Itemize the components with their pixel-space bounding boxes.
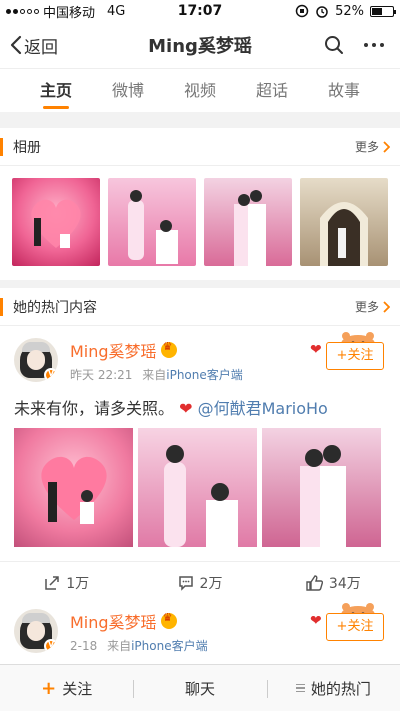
heart-icon: ❤ — [310, 342, 322, 358]
post-photo[interactable] — [14, 428, 133, 547]
chat-label: 聊天 — [184, 679, 215, 698]
tab-home[interactable]: 主页 — [20, 69, 92, 113]
post-time: 昨天 22:21 — [70, 368, 133, 382]
more-options-icon[interactable] — [364, 43, 384, 47]
back-button[interactable]: 返回 — [0, 33, 58, 58]
heart-icon: ❤ — [310, 613, 322, 629]
comment-icon — [178, 575, 193, 591]
post-source-prefix: 来自 — [142, 368, 167, 382]
post-source[interactable]: iPhone客户端 — [131, 639, 208, 653]
post-photo[interactable] — [138, 428, 257, 547]
repost-count: 1万 — [66, 575, 90, 592]
tab-video[interactable]: 视频 — [164, 69, 236, 113]
album-photo[interactable] — [12, 178, 100, 266]
hot-header: 她的热门内容 更多 — [0, 288, 400, 326]
carrier-label: 中国移动 — [43, 5, 96, 21]
battery-icon — [370, 5, 396, 17]
post-source[interactable]: iPhone客户端 — [166, 368, 243, 382]
comment-button[interactable]: 2万 — [133, 573, 266, 593]
like-count: 34万 — [328, 575, 361, 592]
post-text: 未来有你，请多关照。 ❤ @何猷君MarioHo — [14, 398, 386, 420]
back-label: 返回 — [24, 37, 58, 58]
album-title: 相册 — [13, 139, 41, 156]
album-photo[interactable] — [108, 178, 196, 266]
hot-more-link[interactable]: 更多 — [355, 298, 390, 315]
album-photo[interactable] — [300, 178, 388, 266]
tab-story[interactable]: 故事 — [308, 69, 380, 113]
network-label: 4G — [107, 3, 126, 19]
chat-button[interactable]: 聊天 — [133, 678, 266, 699]
bottom-action-bar: + 关注 聊天 她的热门 — [0, 664, 400, 711]
album-header: 相册 更多 — [0, 128, 400, 166]
red-heart-icon: ❤ — [174, 399, 198, 418]
follow-button[interactable]: +关注 — [326, 613, 384, 641]
plus-icon: + — [41, 677, 57, 699]
chevron-left-icon — [10, 35, 22, 55]
signal-icon — [6, 8, 39, 14]
avatar[interactable] — [14, 338, 58, 382]
follow-bottom-button[interactable]: + 关注 — [0, 678, 133, 699]
weibo-post[interactable]: Ming奚梦瑶 2-18 来自iPhone客户端 ❤ +关注 — [0, 597, 400, 664]
chevron-right-icon — [383, 300, 390, 313]
search-icon[interactable] — [324, 35, 344, 55]
nav-bar: 返回 Ming奚梦瑶 — [0, 22, 400, 68]
hot-menu-label: 她的热门 — [310, 679, 371, 698]
album-more-link[interactable]: 更多 — [355, 138, 390, 155]
hot-content-section: 她的热门内容 更多 Ming奚梦瑶 昨天 22:21 来自iPhone客户端 — [0, 288, 400, 603]
hot-more-label: 更多 — [354, 300, 379, 314]
album-photo[interactable] — [204, 178, 292, 266]
orientation-lock-icon — [295, 4, 309, 18]
post-username[interactable]: Ming奚梦瑶 — [70, 338, 157, 362]
comment-count: 2万 — [199, 575, 223, 592]
tab-super-topic[interactable]: 超话 — [236, 69, 308, 113]
post-photo[interactable] — [262, 428, 381, 547]
follow-button[interactable]: +关注 — [326, 342, 384, 370]
verified-badge-icon — [44, 639, 58, 653]
crown-badge-icon — [160, 340, 177, 358]
weibo-post[interactable]: Ming奚梦瑶 昨天 22:21 来自iPhone客户端 ❤ +关注 未来有你，… — [0, 326, 400, 603]
status-bar: 中国移动 4G 17:07 52% — [0, 0, 400, 22]
post-source-prefix: 来自 — [107, 639, 132, 653]
battery-percent: 52% — [335, 3, 364, 19]
post-mention[interactable]: @何猷君MarioHo — [198, 399, 328, 418]
hot-menu-button[interactable]: 她的热门 — [266, 678, 400, 699]
like-button[interactable]: 34万 — [267, 573, 400, 593]
alarm-icon — [315, 4, 329, 18]
post-time: 2-18 — [70, 639, 98, 653]
repost-button[interactable]: 1万 — [0, 573, 133, 593]
hot-title: 她的热门内容 — [13, 299, 97, 316]
menu-icon — [295, 683, 305, 693]
post-username[interactable]: Ming奚梦瑶 — [70, 609, 157, 633]
post-body: 未来有你，请多关照。 — [14, 399, 175, 418]
album-more-label: 更多 — [354, 140, 379, 154]
repost-icon — [45, 575, 59, 590]
profile-tabs: 主页 微博 视频 超话 故事 — [0, 68, 400, 112]
verified-badge-icon — [44, 368, 58, 382]
follow-bottom-label: 关注 — [62, 679, 93, 698]
tab-weibo[interactable]: 微博 — [92, 69, 164, 113]
crown-badge-icon — [160, 611, 177, 629]
chevron-right-icon — [383, 140, 390, 153]
thumbs-up-icon — [306, 574, 323, 591]
avatar[interactable] — [14, 609, 58, 653]
album-section: 相册 更多 — [0, 128, 400, 280]
